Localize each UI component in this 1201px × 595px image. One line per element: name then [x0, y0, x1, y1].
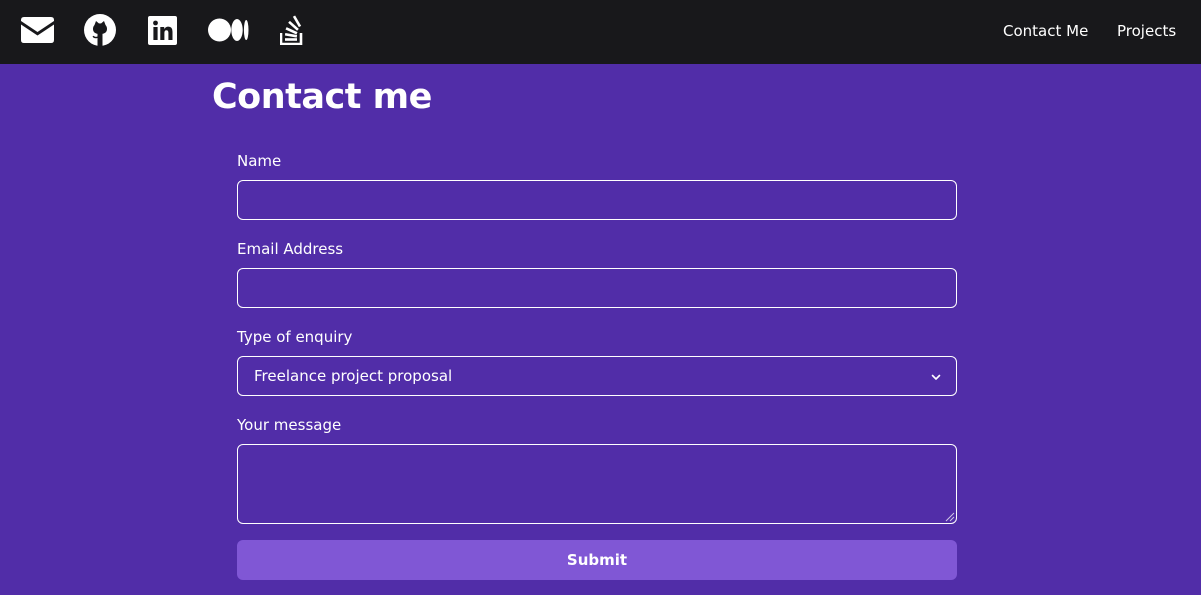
- navbar: Contact Me Projects: [0, 0, 1201, 64]
- page-title: Contact me: [212, 77, 432, 117]
- medium-icon[interactable]: [207, 14, 249, 46]
- nav-link-contact-me[interactable]: Contact Me: [1003, 21, 1088, 41]
- resize-handle-icon[interactable]: [943, 510, 955, 522]
- message-textarea[interactable]: [237, 444, 957, 524]
- message-field-wrapper: [237, 444, 957, 524]
- enquiry-type-label: Type of enquiry: [237, 328, 353, 346]
- email-label: Email Address: [237, 240, 344, 258]
- message-label: Your message: [237, 416, 342, 434]
- linkedin-icon[interactable]: [147, 14, 177, 46]
- name-input[interactable]: [237, 180, 957, 220]
- chevron-down-icon: [931, 374, 941, 380]
- mail-icon[interactable]: [20, 14, 54, 46]
- name-label: Name: [237, 152, 282, 170]
- stackoverflow-icon[interactable]: [279, 14, 305, 46]
- submit-button[interactable]: Submit: [237, 540, 957, 580]
- email-input[interactable]: [237, 268, 957, 308]
- github-icon[interactable]: [84, 14, 116, 46]
- enquiry-type-selected-value: Freelance project proposal: [254, 367, 453, 385]
- nav-link-projects[interactable]: Projects: [1117, 21, 1176, 41]
- enquiry-type-select[interactable]: Freelance project proposal: [237, 356, 957, 396]
